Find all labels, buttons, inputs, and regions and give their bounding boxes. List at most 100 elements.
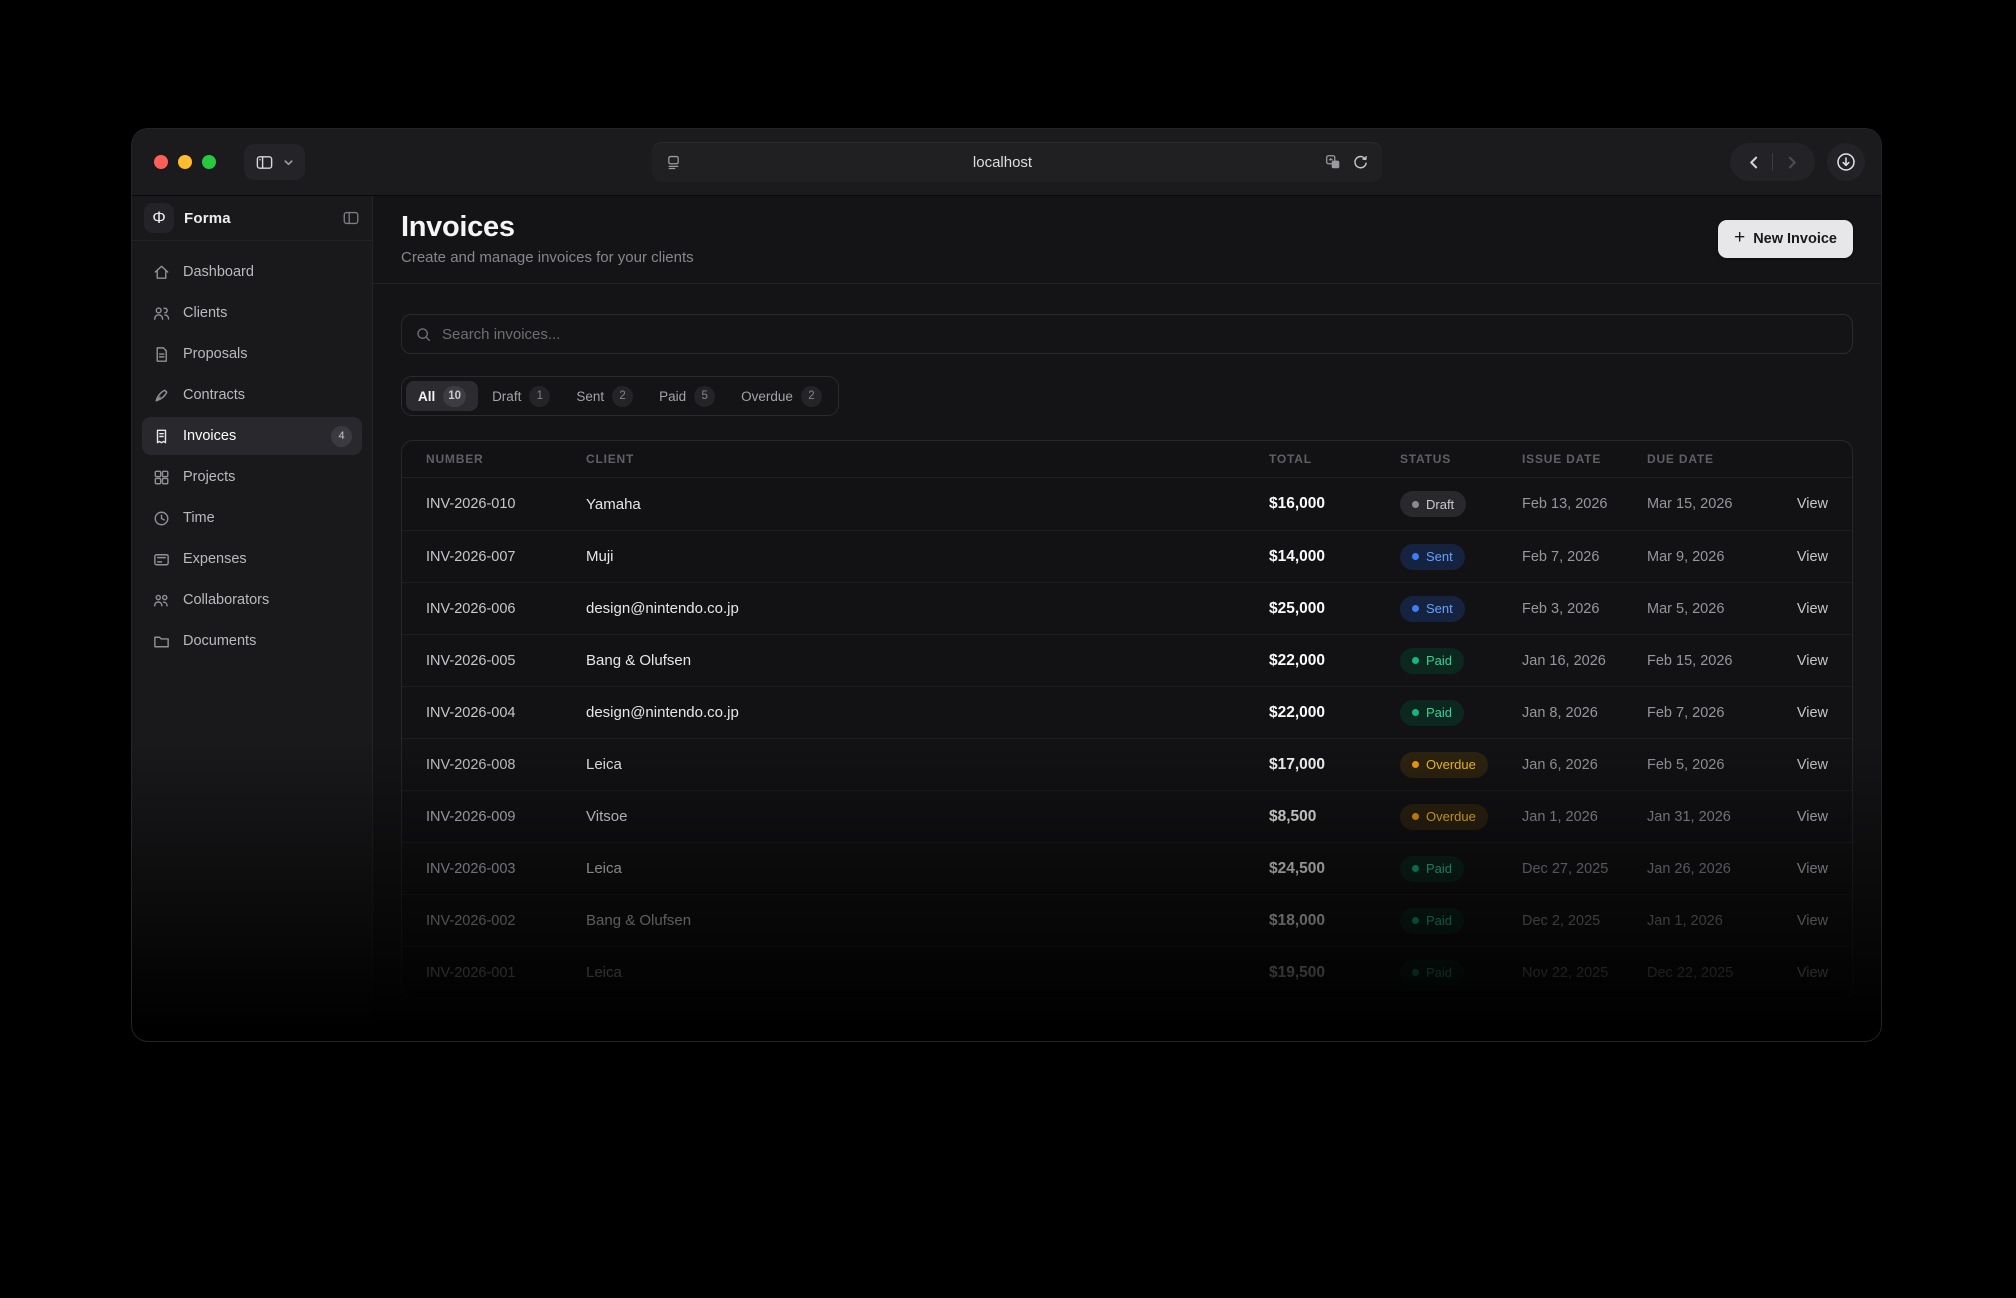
status-dot-icon: [1412, 553, 1419, 560]
page-header: Invoices Create and manage invoices for …: [373, 196, 1881, 284]
filter-tab-count: 1: [529, 386, 550, 407]
invoice-total: $8,500: [1269, 808, 1400, 826]
minimize-window-button[interactable]: [178, 155, 192, 169]
invoice-number: INV-2026-008: [426, 757, 586, 773]
browser-window: localhost: [132, 129, 1881, 1041]
filter-tab-paid[interactable]: Paid 5: [647, 381, 727, 411]
browser-sidebar-icon: [255, 153, 274, 172]
status-badge: Sent: [1400, 596, 1465, 622]
table-header-row: NUMBERCLIENTTOTALSTATUSISSUE DATEDUE DAT…: [402, 441, 1852, 478]
search-bar: [401, 314, 1853, 354]
reload-icon[interactable]: [1352, 154, 1369, 171]
invoice-row[interactable]: INV-2026-004 design@nintendo.co.jp $22,0…: [402, 686, 1852, 738]
filter-tab-count: 2: [801, 386, 822, 407]
view-invoice-link[interactable]: View: [1772, 601, 1828, 617]
sidebar-item-invoices[interactable]: Invoices 4: [142, 417, 362, 455]
invoice-due-date: Dec 22, 2025: [1647, 965, 1772, 981]
window-controls: [154, 155, 216, 169]
sidebar-item-projects[interactable]: Projects: [142, 458, 362, 496]
sidebar-item-contracts[interactable]: Contracts: [142, 376, 362, 414]
view-invoice-link[interactable]: View: [1772, 809, 1828, 825]
invoice-due-date: Feb 7, 2026: [1647, 705, 1772, 721]
invoice-client: design@nintendo.co.jp: [586, 704, 1269, 721]
search-input[interactable]: [442, 326, 1839, 343]
page-subtitle: Create and manage invoices for your clie…: [401, 249, 694, 266]
invoice-row[interactable]: INV-2026-001 Leica $19,500 Paid Nov 22, …: [402, 946, 1852, 998]
view-invoice-link[interactable]: View: [1772, 965, 1828, 981]
invoice-issue-date: Feb 7, 2026: [1522, 549, 1647, 565]
invoice-row[interactable]: INV-2026-010 Yamaha $16,000 Draft Feb 13…: [402, 478, 1852, 530]
view-invoice-link[interactable]: View: [1772, 757, 1828, 773]
address-bar[interactable]: localhost: [652, 142, 1382, 182]
status-badge: Paid: [1400, 700, 1464, 726]
invoice-client: Vitsoe: [586, 808, 1269, 825]
view-invoice-link[interactable]: View: [1772, 653, 1828, 669]
filter-tab-all[interactable]: All 10: [406, 381, 478, 411]
clock-icon: [152, 509, 171, 528]
page-settings-icon[interactable]: [665, 154, 682, 171]
filter-tab-sent[interactable]: Sent 2: [564, 381, 645, 411]
invoice-row[interactable]: INV-2026-002 Bang & Olufsen $18,000 Paid…: [402, 894, 1852, 946]
invoice-row[interactable]: INV-2026-006 design@nintendo.co.jp $25,0…: [402, 582, 1852, 634]
new-invoice-button[interactable]: + New Invoice: [1718, 220, 1853, 258]
sidebar-header: Φ Forma: [132, 196, 372, 241]
invoice-due-date: Mar 5, 2026: [1647, 601, 1772, 617]
sidebar-item-proposals[interactable]: Proposals: [142, 335, 362, 373]
sidebar-item-collaborators[interactable]: Collaborators: [142, 581, 362, 619]
translate-icon[interactable]: [1324, 153, 1342, 171]
filter-tab-overdue[interactable]: Overdue 2: [729, 381, 834, 411]
sidebar-item-time[interactable]: Time: [142, 499, 362, 537]
downloads-button[interactable]: [1827, 143, 1865, 181]
zoom-window-button[interactable]: [202, 155, 216, 169]
sidebar-item-clients[interactable]: Clients: [142, 294, 362, 332]
sidebar-toggle-button[interactable]: [244, 144, 305, 180]
status-dot-icon: [1412, 813, 1419, 820]
filter-tab-count: 2: [612, 386, 633, 407]
column-header: TOTAL: [1269, 452, 1400, 466]
invoice-issue-date: Dec 2, 2025: [1522, 913, 1647, 929]
view-invoice-link[interactable]: View: [1772, 861, 1828, 877]
invoice-row[interactable]: INV-2026-005 Bang & Olufsen $22,000 Paid…: [402, 634, 1852, 686]
filter-tab-label: Paid: [659, 389, 686, 404]
invoice-client: design@nintendo.co.jp: [586, 600, 1269, 617]
invoice-row[interactable]: INV-2026-003 Leica $24,500 Paid Dec 27, …: [402, 842, 1852, 894]
sidebar-item-label: Dashboard: [183, 264, 254, 280]
sidebar-item-expenses[interactable]: Expenses: [142, 540, 362, 578]
status-dot-icon: [1412, 605, 1419, 612]
sidebar-item-documents[interactable]: Documents: [142, 622, 362, 660]
invoice-client: Leica: [586, 964, 1269, 981]
collapse-sidebar-button[interactable]: [342, 209, 360, 227]
back-button[interactable]: [1736, 143, 1772, 181]
url-text: localhost: [682, 154, 1324, 171]
invoice-row[interactable]: INV-2026-007 Muji $14,000 Sent Feb 7, 20…: [402, 530, 1852, 582]
view-invoice-link[interactable]: View: [1772, 549, 1828, 565]
users-icon: [152, 304, 171, 323]
status-dot-icon: [1412, 501, 1419, 508]
invoice-total: $14,000: [1269, 548, 1400, 566]
view-invoice-link[interactable]: View: [1772, 496, 1828, 512]
invoice-table: NUMBERCLIENTTOTALSTATUSISSUE DATEDUE DAT…: [401, 440, 1853, 999]
view-invoice-link[interactable]: View: [1772, 705, 1828, 721]
filter-tab-draft[interactable]: Draft 1: [480, 381, 562, 411]
invoice-row[interactable]: INV-2026-009 Vitsoe $8,500 Overdue Jan 1…: [402, 790, 1852, 842]
view-invoice-link[interactable]: View: [1772, 913, 1828, 929]
invoice-number: INV-2026-007: [426, 549, 586, 565]
home-icon: [152, 263, 171, 282]
filter-tab-label: Sent: [576, 389, 604, 404]
status-badge: Overdue: [1400, 752, 1488, 778]
invoice-client: Muji: [586, 548, 1269, 565]
sidebar-item-label: Collaborators: [183, 592, 269, 608]
invoice-row[interactable]: INV-2026-008 Leica $17,000 Overdue Jan 6…: [402, 738, 1852, 790]
invoice-number: INV-2026-009: [426, 809, 586, 825]
sidebar-item-label: Projects: [183, 469, 235, 485]
forward-button[interactable]: [1773, 143, 1809, 181]
filter-tab-label: All: [418, 389, 435, 404]
plus-icon: +: [1734, 228, 1745, 247]
invoice-issue-date: Dec 27, 2025: [1522, 861, 1647, 877]
browser-titlebar: localhost: [132, 129, 1881, 196]
column-header: NUMBER: [426, 452, 586, 466]
sidebar-item-dashboard[interactable]: Dashboard: [142, 253, 362, 291]
search-icon: [415, 326, 432, 343]
invoice-number: INV-2026-004: [426, 705, 586, 721]
close-window-button[interactable]: [154, 155, 168, 169]
